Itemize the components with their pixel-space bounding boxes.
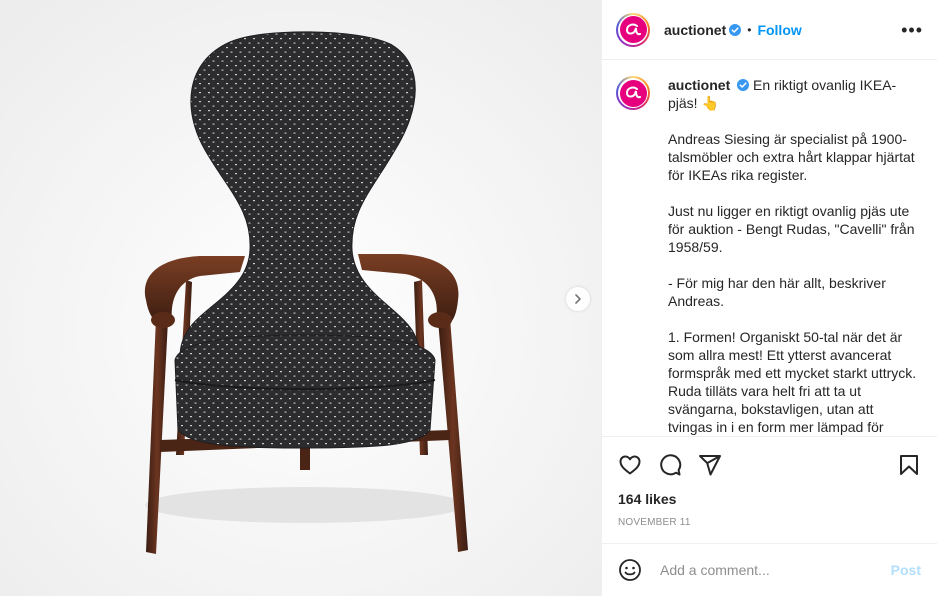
share-icon [699,455,721,476]
post-date[interactable]: NOVEMBER 11 [602,517,937,528]
auctionet-logo-icon [619,16,647,43]
header-user: auctionet • Follow [664,22,802,38]
post-header: auctionet • Follow ••• [602,0,937,60]
chevron-right-icon [575,294,581,304]
save-button[interactable] [897,453,921,477]
comment-button[interactable] [658,453,682,477]
next-image-button[interactable] [566,287,590,311]
auctionet-logo-icon [619,79,647,107]
likes-count[interactable]: 164 likes [602,491,937,507]
caption-paragraph: Andreas Siesing är specialist på 1900-ta… [668,131,915,183]
action-bar [602,437,937,493]
caption-avatar[interactable] [616,76,650,110]
post-side-panel: auctionet • Follow ••• auctionet En rikt… [602,0,937,596]
verified-badge-icon [729,23,742,36]
caption-paragraph: 1. Formen! Organiskt 50-tal när det är s… [668,329,917,435]
emoji-icon [619,559,641,581]
emoji-button[interactable] [618,558,642,582]
comment-icon [660,454,682,476]
comment-input[interactable] [658,561,891,579]
post-media[interactable] [0,0,602,596]
heart-icon [619,455,641,475]
caption-username[interactable]: auctionet [668,77,730,93]
header-username[interactable]: auctionet [664,22,726,38]
like-button[interactable] [618,453,642,477]
more-options-icon[interactable]: ••• [901,21,923,39]
caption-paragraph: Just nu ligger en riktigt ovanlig pjäs u… [668,203,915,255]
separator-dot: • [747,22,752,37]
caption-paragraph: - För mig har den här allt, beskriver An… [668,275,886,309]
avatar[interactable] [616,12,650,47]
instagram-post: auctionet • Follow ••• auctionet En rikt… [0,0,937,596]
comment-bar: Post [602,543,937,596]
avatar-ring [618,78,648,108]
bookmark-icon [900,455,918,475]
avatar-ring [618,14,648,45]
share-button[interactable] [698,453,722,477]
post-comment-button[interactable]: Post [891,562,921,578]
chair-photo [0,0,601,596]
follow-button[interactable]: Follow [757,22,801,38]
caption-text: auctionet En riktigt ovanlig IKEA-pjäs! … [668,76,918,436]
verified-badge-icon [737,79,750,91]
caption-area[interactable]: auctionet En riktigt ovanlig IKEA-pjäs! … [602,60,937,437]
